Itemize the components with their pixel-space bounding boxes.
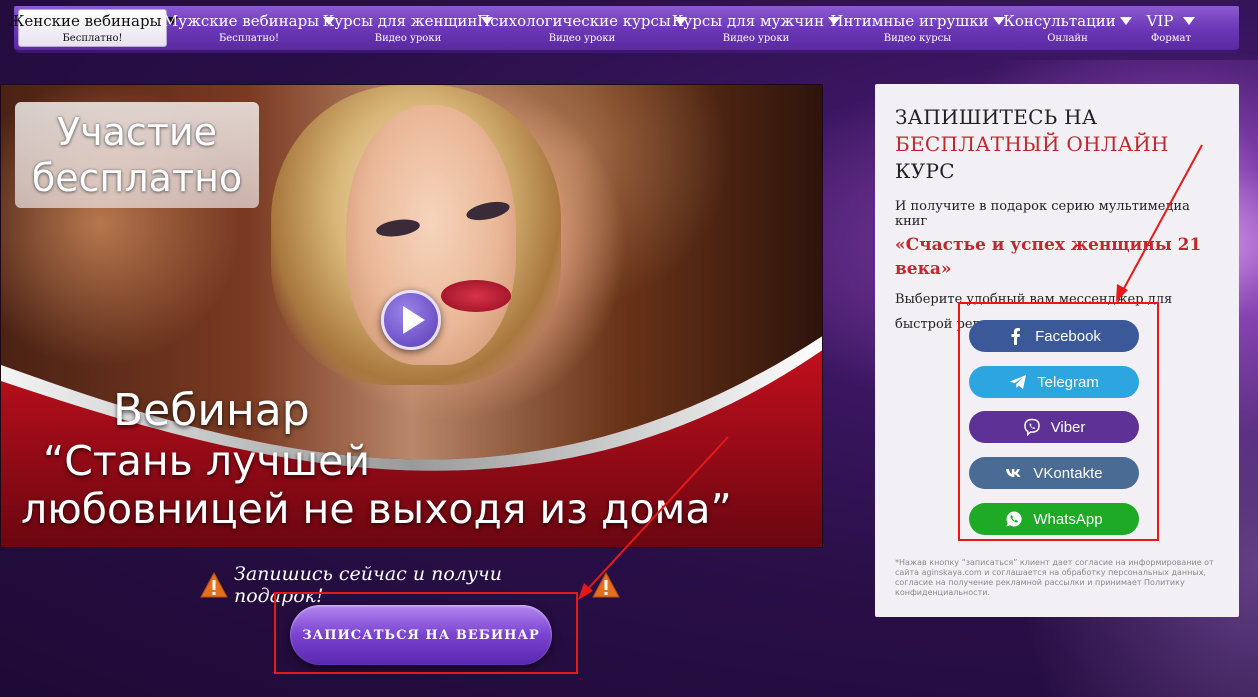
consent-disclaimer: *Нажав кнопку “записаться” клиент дает с… [895,558,1214,597]
nav-item-label: Интимные игрушки [830,12,989,30]
warning-icon [200,572,228,598]
nav-item-label: Курсы для женщин [322,12,478,30]
nav-item-psych-courses[interactable]: Психологические курсы Видео уроки [477,6,687,50]
nav-item-women-webinars[interactable]: Женские вебинары Бесплатно! [8,9,178,47]
annotation-box-cta [274,592,578,674]
caret-down-icon [1183,17,1196,25]
nav-item-men-courses[interactable]: Курсы для мужчин Видео уроки [672,6,841,50]
nav-item-label: Мужские вебинары [162,12,320,30]
warning-icon [592,572,620,598]
video-play-button[interactable] [381,290,441,350]
nav-item-sub: Видео уроки [722,33,790,44]
nav-item-consultations[interactable]: Консультации Онлайн [1000,6,1135,50]
badge-line: Участие [57,110,217,154]
hero-photo-lips [441,280,511,312]
hero-title-line: любовницей не выходя из дома” [21,485,732,533]
nav-item-men-webinars[interactable]: Мужские вебинары Бесплатно! [163,6,336,50]
webinar-video-banner[interactable]: Участие бесплатно Вебинар “Стань лучшей … [0,84,823,548]
nav-item-sub: Онлайн [1047,33,1088,44]
nav-item-label: Женские вебинары [7,12,162,30]
nav-item-sub: Видео уроки [548,33,616,44]
nav-item-sub: Видео курсы [883,33,952,44]
nav-item-sub: Видео уроки [374,33,442,44]
nav-item-label: Консультации [1003,12,1116,30]
panel-book-title: «Счастье и успех женщины 21 века» [895,235,1202,279]
nav-item-label: Курсы для мужчин [671,12,825,30]
free-participation-badge: Участие бесплатно [15,102,259,208]
panel-heading: ЗАПИШИТЕСЬ НА БЕСПЛАТНЫЙ ОНЛАЙН КУРС [895,104,1219,185]
nav-item-intimate-toys[interactable]: Интимные игрушки Видео курсы [830,6,1005,50]
play-icon [403,306,425,334]
main-nav: Женские вебинары Бесплатно! Мужские веби… [8,6,1239,53]
hero-title-line: Вебинар [113,385,310,436]
caret-down-icon [1119,17,1132,25]
nav-item-sub: Бесплатно! [218,33,280,44]
nav-item-label: Психологические курсы [477,12,671,30]
nav-item-sub: Формат [1151,33,1191,44]
nav-item-vip[interactable]: VIP Формат [1135,6,1207,50]
nav-item-label: VIP [1146,12,1174,30]
panel-heading-line: БЕСПЛАТНЫЙ ОНЛАЙН [895,132,1169,156]
panel-heading-line: ЗАПИШИТЕСЬ НА [895,105,1098,129]
hero-title-line: “Стань лучшей [43,437,370,485]
panel-heading-line: КУРС [895,159,955,183]
nav-item-sub: Бесплатно! [62,33,123,44]
nav-item-women-courses[interactable]: Курсы для женщин Видео уроки [323,6,494,50]
annotation-box-messengers [958,302,1159,541]
badge-line: бесплатно [31,156,243,200]
panel-lead-text: И получите в подарок серию мультимедиа к… [895,199,1190,229]
